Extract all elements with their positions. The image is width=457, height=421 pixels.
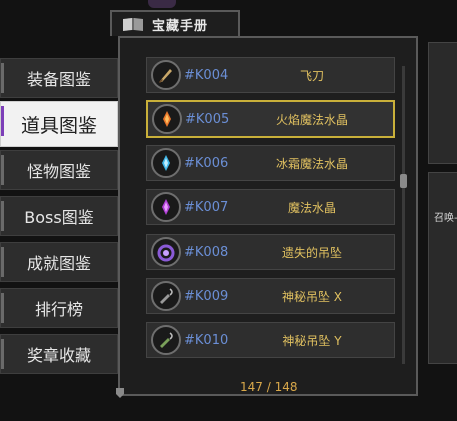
scrollbar-track[interactable]	[402, 66, 405, 364]
top-ornament	[148, 0, 176, 8]
detail-panel-bottom	[428, 172, 457, 364]
detail-panel-top	[428, 42, 457, 164]
item-name: 冰霜魔法水晶	[275, 156, 348, 171]
item-code: #K009	[184, 288, 229, 304]
item-code: #K010	[184, 332, 229, 348]
list-item[interactable]: #K009 神秘吊坠 X	[146, 278, 395, 314]
item-name: 遗失的吊坠	[281, 245, 342, 260]
frost-crystal-icon	[151, 148, 181, 178]
item-name: 神秘吊坠 Y	[282, 333, 342, 348]
list-item[interactable]: #K006 冰霜魔法水晶	[146, 145, 395, 181]
mystery-pendant-x-icon	[151, 281, 181, 311]
sidebar-item-items[interactable]: 道具图鉴	[0, 101, 118, 147]
page-counter: 147 / 148	[240, 380, 298, 394]
item-name: 飞刀	[299, 68, 324, 83]
scrollbar-thumb[interactable]	[400, 174, 407, 188]
throwing-knife-icon	[151, 60, 181, 90]
lost-pendant-icon	[151, 237, 181, 267]
magic-crystal-icon	[151, 192, 181, 222]
mystery-pendant-y-icon	[151, 325, 181, 355]
list-item[interactable]: #K004 飞刀	[146, 57, 395, 93]
panel-corner-ornament	[116, 388, 124, 398]
list-item[interactable]: #K005 火焰魔法水晶	[146, 100, 395, 138]
sidebar-item-equipment[interactable]: 装备图鉴	[0, 58, 118, 98]
header-tab: 宝藏手册	[110, 10, 240, 36]
item-code: #K006	[184, 155, 229, 171]
item-name: 魔法水晶	[287, 200, 336, 215]
fire-crystal-icon	[152, 104, 182, 134]
sidebar-item-monsters[interactable]: 怪物图鉴	[0, 150, 118, 190]
sidebar-item-achievements[interactable]: 成就图鉴	[0, 242, 118, 282]
page-title: 宝藏手册	[152, 18, 209, 34]
item-code: #K007	[184, 199, 229, 215]
item-name: 神秘吊坠 X	[281, 289, 343, 304]
sidebar-item-leaderboard[interactable]: 排行榜	[0, 288, 118, 328]
item-code: #K005	[185, 111, 230, 127]
detail-label: 召唤-	[434, 213, 457, 224]
item-code: #K004	[184, 67, 229, 83]
sidebar-item-medals[interactable]: 奖章收藏	[0, 334, 118, 374]
sidebar-item-boss[interactable]: Boss图鉴	[0, 196, 118, 236]
list-item[interactable]: #K007 魔法水晶	[146, 189, 395, 225]
book-icon	[123, 18, 143, 31]
list-item[interactable]: #K010 神秘吊坠 Y	[146, 322, 395, 358]
list-item[interactable]: #K008 遗失的吊坠	[146, 234, 395, 270]
item-name: 火焰魔法水晶	[275, 112, 348, 127]
item-code: #K008	[184, 244, 229, 260]
